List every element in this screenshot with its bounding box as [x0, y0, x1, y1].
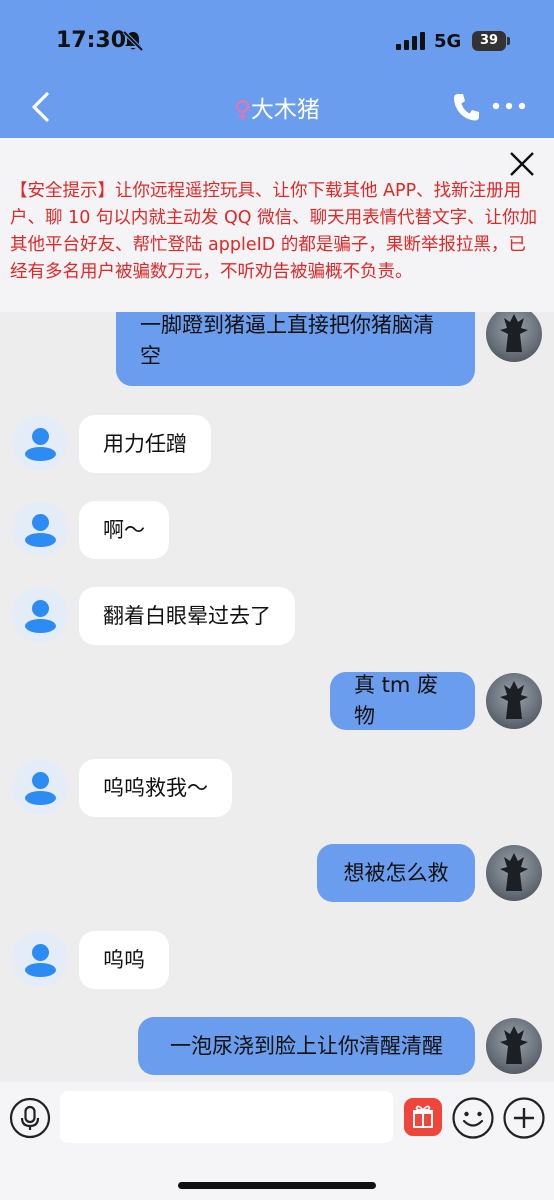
message-text: 呜呜 — [103, 947, 145, 972]
user-icon-body — [25, 447, 56, 461]
user-icon — [32, 428, 49, 445]
message-text: 一脚蹬到猪逼上直接把你猪脑清 — [140, 313, 434, 337]
message-text: 呜呜救我～ — [103, 775, 208, 800]
user-icon — [32, 514, 49, 531]
home-indicator[interactable] — [178, 1182, 376, 1189]
message-bubble-contact[interactable]: 翻着白眼晕过去了 — [79, 587, 295, 645]
safety-warning-text: 【安全提示】让你远程遥控玩具、让你下载其他 APP、找新注册用户、聊 10 句以… — [10, 181, 538, 282]
back-chevron-icon[interactable] — [28, 90, 54, 124]
message-text: 用力任蹭 — [103, 431, 187, 456]
user-icon-body — [25, 963, 56, 977]
samurai-photo-icon — [500, 681, 528, 719]
contact-avatar[interactable] — [12, 501, 68, 557]
message-bubble-contact[interactable]: 呜呜 — [79, 931, 169, 989]
signal-icon — [396, 32, 425, 50]
user-icon — [32, 600, 49, 617]
close-icon[interactable] — [507, 149, 537, 179]
message-bubble-contact[interactable]: 用力任蹭 — [79, 415, 211, 473]
message-bubble-own[interactable]: 一泡尿浇到脸上让你清醒清醒 — [138, 1017, 475, 1075]
plus-icon[interactable] — [502, 1096, 546, 1140]
message-text: 一泡尿浇到脸上让你清醒清醒 — [170, 1033, 443, 1058]
gift-icon[interactable] — [404, 1098, 442, 1136]
bell-slash-icon — [122, 30, 144, 52]
user-icon-body — [25, 533, 56, 547]
user-icon — [32, 772, 49, 789]
message-bubble-contact[interactable]: 啊～ — [79, 501, 169, 559]
message-bubble-own[interactable]: 想被怎么救 — [317, 844, 475, 902]
message-bubble-own[interactable]: 真 tm 废物 — [330, 672, 475, 730]
gender-female-icon: ♀ — [234, 97, 251, 123]
user-icon — [32, 944, 49, 961]
message-text: 啊～ — [103, 517, 145, 542]
own-avatar[interactable] — [486, 673, 542, 729]
samurai-photo-icon — [500, 853, 528, 891]
own-avatar[interactable] — [486, 1018, 542, 1074]
own-avatar[interactable] — [486, 845, 542, 901]
samurai-photo-icon — [500, 1026, 528, 1064]
emoji-icon[interactable] — [451, 1096, 495, 1140]
network-type: 5G — [434, 31, 462, 52]
message-text: 翻着白眼晕过去了 — [103, 603, 271, 628]
contact-avatar[interactable] — [12, 931, 68, 987]
status-time: 17:30 — [56, 28, 127, 53]
more-icon[interactable] — [490, 99, 528, 113]
contact-avatar[interactable] — [12, 759, 68, 815]
contact-avatar[interactable] — [12, 415, 68, 471]
own-avatar[interactable] — [486, 312, 542, 362]
battery-indicator: 39 — [472, 31, 510, 51]
message-text: 空 — [140, 344, 161, 368]
user-icon-body — [25, 791, 56, 805]
microphone-icon[interactable] — [9, 1097, 51, 1139]
message-input[interactable] — [60, 1091, 393, 1143]
message-text: 想被怎么救 — [343, 860, 449, 885]
message-bubble-contact[interactable]: 呜呜救我～ — [79, 759, 232, 817]
user-icon-body — [25, 619, 56, 633]
samurai-photo-icon — [500, 314, 528, 352]
contact-avatar[interactable] — [12, 587, 68, 643]
chat-message-list[interactable]: 一脚蹬到猪逼上直接把你猪脑清 空 用力任蹭 啊～ 翻着白眼晕过去了 真 tm 废… — [0, 312, 554, 1082]
phone-icon[interactable] — [452, 92, 480, 122]
contact-name: 大木猪 — [250, 97, 320, 123]
header-bar: 17:30 5G 39 ♀大木猪 — [0, 0, 554, 138]
message-text: 真 tm 废物 — [354, 673, 439, 728]
message-bubble-own[interactable]: 一脚蹬到猪逼上直接把你猪脑清 空 — [116, 312, 475, 386]
